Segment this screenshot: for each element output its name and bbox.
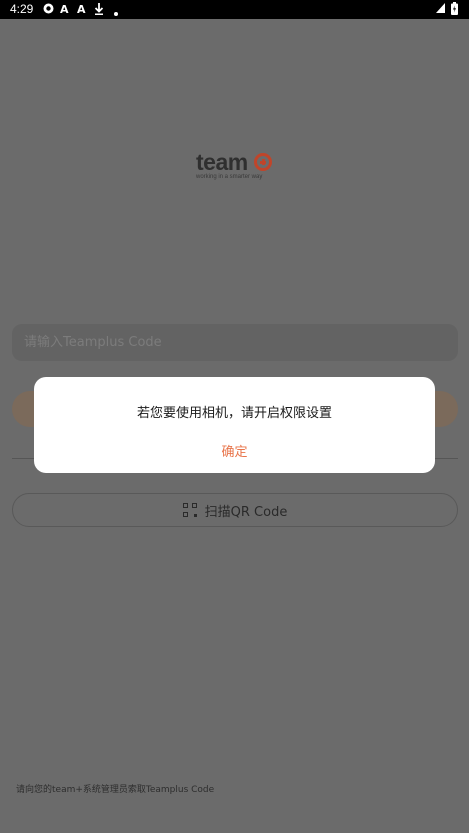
team-plus-logo: team working in a smarter way: [196, 149, 276, 185]
teamplus-code-input[interactable]: [12, 324, 458, 361]
a-icon: A: [77, 3, 86, 16]
confirm-button[interactable]: 确定: [184, 441, 285, 465]
logo-wordmark: team: [196, 149, 248, 175]
dot-icon: [114, 6, 118, 19]
dialog-message: 若您要使用相机，请开启权限设置: [136, 406, 332, 421]
status-time: 4:29: [10, 2, 34, 16]
o-icon: [43, 3, 54, 17]
a-icon: A: [60, 3, 69, 16]
qr-code-icon: [182, 503, 197, 517]
status-bar: 4:29 A A: [0, 0, 469, 19]
scan-qr-button[interactable]: 扫描QR Code: [12, 493, 458, 527]
battery-icon: [451, 2, 458, 18]
logo-tagline: working in a smarter way: [196, 174, 263, 180]
plus-icon: [254, 153, 272, 171]
scan-qr-label: 扫描QR Code: [204, 504, 288, 520]
signal-icon: [436, 3, 445, 16]
footer-hint: 请向您的team+系统管理员索取Teamplus Code: [16, 785, 215, 795]
permission-dialog: 若您要使用相机，请开启权限设置 确定: [34, 377, 435, 473]
download-icon: [94, 3, 104, 18]
